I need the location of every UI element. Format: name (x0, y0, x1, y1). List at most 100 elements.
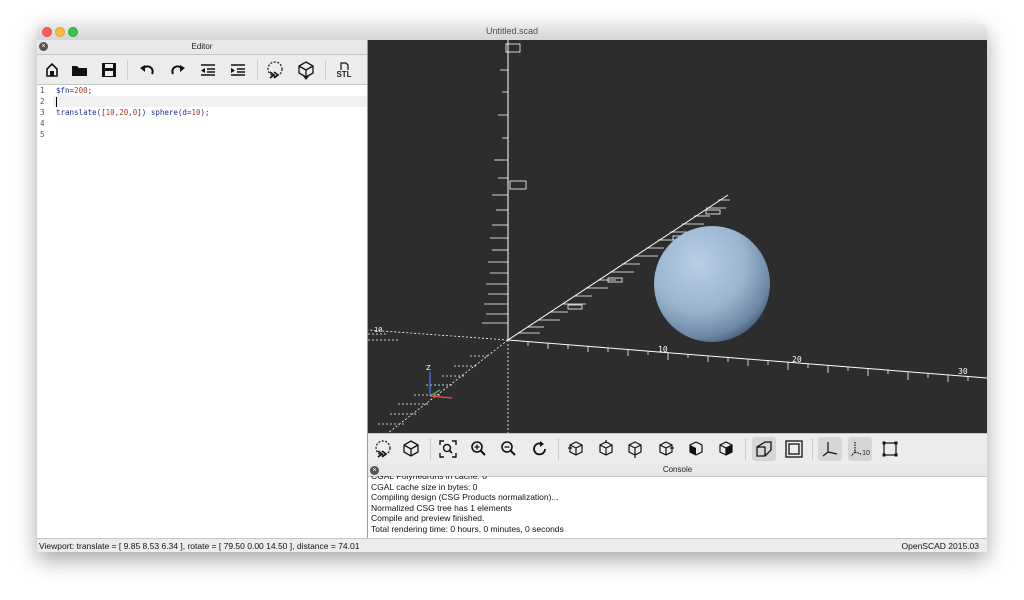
sphere-object (654, 226, 770, 342)
cube-right-icon (568, 441, 583, 456)
zoom-in-icon (471, 441, 486, 456)
render-view-button[interactable] (399, 437, 423, 461)
indent-icon (231, 64, 245, 76)
show-axes-button[interactable] (818, 437, 842, 461)
orthogonal-button[interactable] (782, 437, 806, 461)
save-button[interactable] (97, 58, 121, 82)
x-tick-label-20: 20 (792, 355, 802, 364)
unindent-button[interactable] (196, 58, 220, 82)
editor-toolbar: STL (37, 55, 367, 85)
reset-view-button[interactable] (528, 437, 552, 461)
console-pane: × Console CGAL Polyhedrons in cache: 0 C… (368, 464, 987, 538)
view-bottom-button[interactable] (623, 437, 647, 461)
perspective-button[interactable] (752, 437, 776, 461)
zoom-out-button[interactable] (497, 437, 521, 461)
z-axis-ticks (482, 69, 508, 324)
window-title: Untitled.scad (485, 26, 539, 36)
y-tick-label-box (705, 209, 721, 215)
status-bar: Viewport: translate = [ 9.85 8.53 6.34 ]… (37, 538, 987, 552)
redo-icon (171, 65, 185, 75)
line-number-gutter: 1 2 3 4 5 (37, 85, 53, 538)
scale-label: 10 (862, 449, 870, 457)
console-line: Total rendering time: 0 hours, 0 minutes… (371, 523, 564, 534)
console-line: Compile and preview finished. (371, 513, 485, 524)
toolbar-separator (430, 438, 431, 460)
cube-back-icon (719, 441, 733, 456)
text-caret (56, 97, 57, 107)
editor-title: Editor (191, 42, 213, 51)
console-line: Normalized CSG tree has 1 elements (371, 502, 512, 513)
x-tick-label-10: 10 (658, 345, 668, 354)
view-left-button[interactable] (654, 437, 678, 461)
3d-viewport[interactable]: 10 20 30 10 Z (368, 40, 987, 433)
neg-tick-label-10: 10 (374, 326, 382, 334)
editor-dock-header: × Editor (37, 40, 367, 55)
viewport-status: Viewport: translate = [ 9.85 8.53 6.34 ]… (39, 541, 360, 551)
show-scale-button[interactable]: 10 (848, 437, 872, 461)
view-all-button[interactable] (436, 437, 460, 461)
cube-front-icon (689, 441, 703, 456)
axis-gizmo: Z (426, 364, 453, 399)
version-label: OpenSCAD 2015.03 (901, 541, 980, 551)
indent-button[interactable] (226, 58, 250, 82)
console-line: CGAL Polyhedrons in cache: 0 (371, 471, 487, 481)
view-toolbar: 10 (368, 433, 987, 465)
orthogonal-icon (785, 440, 803, 458)
render-button[interactable] (294, 58, 318, 82)
zoom-in-button[interactable] (467, 437, 491, 461)
negative-axis-ticks (368, 333, 488, 425)
show-edges-button[interactable] (878, 437, 902, 461)
toolbar-separator (127, 60, 128, 80)
undo-button[interactable] (135, 58, 159, 82)
title-bar: Untitled.scad (37, 24, 987, 41)
perspective-icon (756, 441, 772, 457)
z-tick-label-box (509, 180, 527, 190)
y-tick-label-box (567, 304, 583, 310)
toolbar-separator (812, 438, 813, 460)
console-line: CGAL cache size in bytes: 0 (371, 481, 478, 492)
toolbar-separator (325, 60, 326, 80)
preview-button[interactable] (263, 58, 287, 82)
unindent-icon (201, 64, 215, 76)
gizmo-z-label: Z (426, 364, 431, 372)
zoom-out-icon (501, 441, 516, 456)
code-line-3: translate([10,20,0]) sphere(d=10); (56, 108, 210, 117)
scale-markers-icon (850, 442, 862, 457)
toolbar-separator (257, 60, 258, 80)
toolbar-separator (745, 438, 746, 460)
line-number: 3 (40, 108, 45, 117)
code-line-1: $fn=200; (56, 86, 93, 95)
preview-icon (375, 440, 391, 458)
line-number: 2 (40, 97, 45, 106)
view-top-button[interactable] (594, 437, 618, 461)
preview-icon (267, 61, 283, 79)
view-right-button[interactable] (564, 437, 588, 461)
code-editor[interactable]: 1 2 3 4 5 $fn=200; translate([10,20,0]) … (37, 85, 367, 538)
reset-view-icon (533, 441, 546, 456)
view-back-button[interactable] (714, 437, 738, 461)
export-stl-button[interactable]: STL (332, 58, 356, 82)
console-line: Compiling design (CSG Products normaliza… (371, 492, 559, 503)
negative-axes (368, 329, 509, 433)
folder-icon (72, 66, 87, 76)
x-tick-label-30: 30 (958, 367, 968, 376)
view-front-button[interactable] (684, 437, 708, 461)
line-number: 1 (40, 86, 45, 95)
axes-icon (822, 442, 838, 457)
preview-view-button[interactable] (371, 437, 395, 461)
new-file-button[interactable] (40, 58, 64, 82)
render-cube-icon (298, 61, 314, 80)
redo-button[interactable] (166, 58, 190, 82)
new-file-icon (46, 62, 58, 77)
app-window: Untitled.scad × Editor STL 1 2 3 4 5 $fn… (37, 24, 987, 552)
x-axis (507, 339, 987, 379)
line-number: 4 (40, 119, 45, 128)
open-file-button[interactable] (68, 58, 92, 82)
cube-top-icon (599, 440, 613, 456)
stl-label: STL (336, 69, 352, 79)
viewport-canvas: 10 20 30 10 Z (368, 40, 987, 433)
toolbar-separator (558, 438, 559, 460)
render-cube-icon (403, 440, 419, 457)
x-axis-ticks (527, 342, 969, 382)
cube-left-icon (659, 441, 674, 456)
